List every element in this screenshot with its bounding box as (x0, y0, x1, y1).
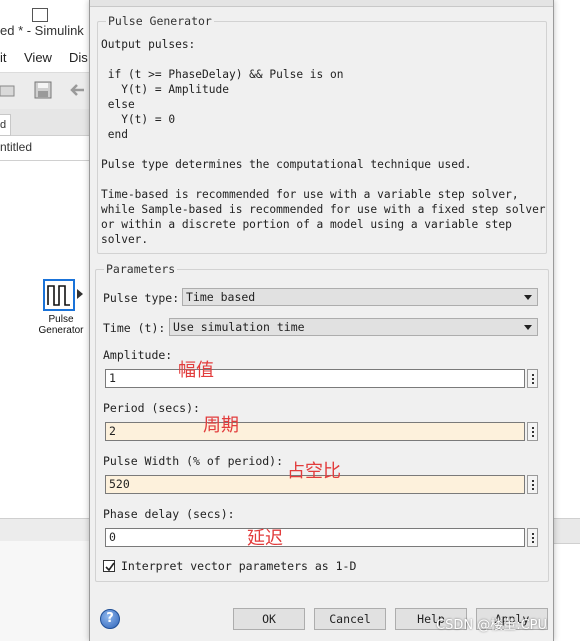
pulse-width-options-button[interactable] (527, 475, 538, 494)
checkmark-icon (105, 562, 115, 572)
description-line: Y(t) = Amplitude (101, 83, 229, 96)
menu-edit[interactable]: it (0, 50, 7, 65)
amplitude-options-button[interactable] (527, 369, 538, 388)
desktop-right-area (552, 0, 580, 641)
interpret-vector-label[interactable]: Interpret vector parameters as 1-D (121, 559, 356, 573)
phase-delay-options-button[interactable] (527, 528, 538, 547)
help-question-icon[interactable]: ? (100, 609, 120, 629)
model-tab[interactable]: d (0, 114, 11, 136)
pulse-width-annotation: 占空比 (287, 461, 341, 482)
pulse-waveform-icon (47, 285, 70, 306)
pulse-type-value: Time based (186, 290, 256, 304)
description-legend: Pulse Generator (108, 14, 212, 28)
simulink-statusbar (0, 518, 92, 541)
time-select[interactable]: Use simulation time (169, 318, 538, 336)
period-field[interactable]: 2 (105, 422, 525, 441)
desktop-right-bar (552, 518, 580, 544)
period-annotation: 周期 (203, 415, 239, 436)
simulink-window-title: ed * - Simulink (0, 23, 84, 38)
dialog-titlebar[interactable] (90, 0, 553, 7)
model-canvas[interactable] (0, 160, 92, 521)
amplitude-label: Amplitude: (103, 348, 173, 362)
description-line: solver. (101, 233, 149, 246)
open-icon[interactable] (0, 81, 18, 99)
simulink-menubar: it View Dis (0, 46, 92, 70)
description-line: else (101, 98, 135, 111)
simulink-titlebar: ed * - Simulink (0, 0, 92, 44)
phase-delay-field[interactable]: 0 (105, 528, 525, 547)
time-value: Use simulation time (173, 320, 305, 334)
pulse-generator-block[interactable] (43, 279, 75, 311)
pulse-type-select[interactable]: Time based (182, 288, 538, 306)
model-tabstrip: d (0, 109, 92, 136)
window-grid-icon (32, 8, 48, 22)
model-breadcrumb[interactable]: ntitled (0, 140, 32, 154)
description-line: Output pulses: (101, 38, 196, 51)
save-icon[interactable] (34, 81, 52, 99)
back-arrow-icon[interactable] (68, 81, 86, 99)
block-label-line1: Pulse (48, 314, 74, 325)
simulink-toolbar (0, 72, 92, 110)
description-line: end (101, 128, 128, 141)
cancel-button[interactable]: Cancel (314, 608, 386, 630)
chevron-down-icon (524, 295, 532, 300)
description-line: or within a discrete portion of a model … (101, 218, 512, 231)
ok-button[interactable]: OK (233, 608, 305, 630)
interpret-vector-checkbox[interactable] (103, 560, 115, 572)
block-label-line2: Generator (38, 325, 84, 336)
description-line: while Sample-based is recommended for us… (101, 203, 546, 216)
pulse-type-label: Pulse type: (103, 291, 180, 305)
description-line: if (t >= PhaseDelay) && Pulse is on (101, 68, 344, 81)
description-line: Pulse type determines the computational … (101, 158, 472, 171)
desktop-area (0, 541, 92, 641)
menu-display[interactable]: Dis (69, 50, 88, 65)
period-options-button[interactable] (527, 422, 538, 441)
phase-delay-label: Phase delay (secs): (103, 507, 235, 521)
parameters-legend: Parameters (106, 262, 176, 276)
chevron-down-icon (524, 325, 532, 330)
phase-delay-annotation: 延迟 (247, 528, 283, 549)
block-parameters-dialog: Pulse Generator Output pulses: if (t >= … (89, 0, 554, 641)
menu-view[interactable]: View (24, 50, 52, 65)
block-output-port-icon (77, 289, 83, 299)
description-line: Y(t) = 0 (101, 113, 176, 126)
amplitude-field[interactable]: 1 (105, 369, 525, 388)
pulse-width-label: Pulse Width (% of period): (103, 454, 284, 468)
amplitude-annotation: 幅值 (178, 360, 214, 381)
period-label: Period (secs): (103, 401, 200, 415)
description-line: Time-based is recommended for use with a… (101, 188, 519, 201)
csdn-watermark: CSDN @楼董:CPU (436, 618, 548, 633)
time-label: Time (t): (103, 321, 166, 335)
pulse-generator-block-label: Pulse Generator (30, 314, 92, 336)
